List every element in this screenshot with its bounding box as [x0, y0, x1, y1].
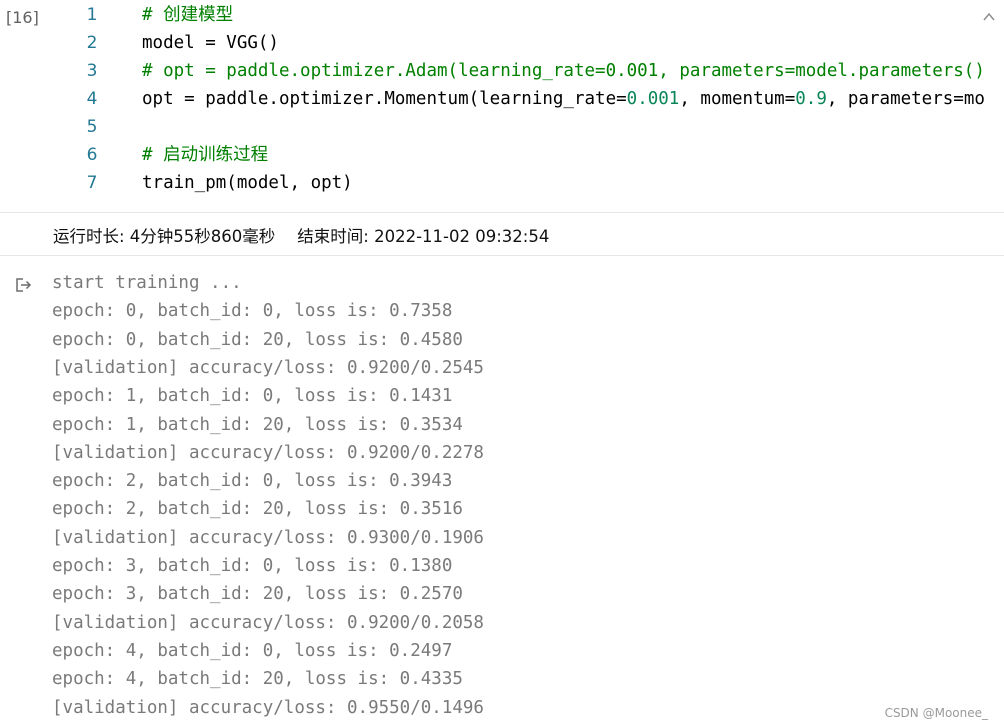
code-token: , parameters=model.parameters()) [826, 89, 984, 109]
line-number: 1 [86, 5, 98, 25]
output-line: [validation] accuracy/loss: 0.9200/0.227… [52, 442, 484, 463]
output-line: epoch: 3, batch_id: 20, loss is: 0.2570 [52, 584, 463, 605]
line-number: 6 [86, 145, 98, 165]
code-text: # 创建模型 [142, 1, 984, 29]
code-token: , momentum= [679, 89, 796, 109]
code-text: # 启动训练过程 [142, 141, 984, 169]
output-line: epoch: 2, batch_id: 0, loss is: 0.3943 [52, 471, 453, 492]
code-line[interactable]: 6 # 启动训练过程 [0, 141, 1004, 169]
output-line: epoch: 4, batch_id: 20, loss is: 0.4335 [52, 669, 463, 690]
code-token: opt = paddle.optimizer.Momentum(learning… [142, 89, 627, 109]
code-line[interactable]: 5 [0, 113, 1004, 141]
code-line[interactable]: 3 # opt = paddle.optimizer.Adam(learning_… [0, 57, 1004, 85]
code-text: train_pm(model, opt) [142, 169, 984, 197]
output-line: start training ... [52, 273, 242, 293]
output-line: epoch: 4, batch_id: 0, loss is: 0.2497 [52, 640, 453, 661]
end-time: 结束时间: 2022-11-02 09:32:54 [297, 227, 550, 246]
line-number: 4 [86, 89, 98, 109]
execution-meta-bar: 运行时长: 4分钟55秒860毫秒 结束时间: 2022-11-02 09:32:… [0, 213, 1004, 255]
code-comment: # opt = paddle.optimizer.Adam(learning_r… [142, 61, 984, 81]
notebook-cell: [16] 1 # 创建模型 2 model = VGG() 3 # opt = paddl… [0, 0, 1004, 728]
run-duration: 运行时长: 4分钟55秒860毫秒 [53, 227, 276, 246]
code-line[interactable]: 4 opt = paddle.optimizer.Momentum(learnin… [0, 85, 1004, 113]
line-number: 2 [86, 33, 98, 53]
execution-meta: 运行时长: 4分钟55秒860毫秒 结束时间: 2022-11-02 09:32:… [53, 223, 549, 247]
line-number: 5 [86, 117, 98, 137]
output-line: epoch: 1, batch_id: 20, loss is: 0.3534 [52, 414, 463, 435]
output-line: [validation] accuracy/loss: 0.9300/0.190… [52, 527, 484, 548]
output-line: epoch: 0, batch_id: 0, loss is: 0.7358 [52, 301, 453, 322]
code-comment: # 启动训练过程 [142, 145, 269, 165]
output-line: epoch: 3, batch_id: 0, loss is: 0.1380 [52, 556, 453, 576]
output-line: epoch: 1, batch_id: 0, loss is: 0.1431 [52, 386, 453, 407]
output-line: [validation] accuracy/loss: 0.9200/0.205… [52, 612, 484, 633]
code-number: 0.9 [795, 89, 827, 109]
code-line[interactable]: 7 train_pm(model, opt) [0, 169, 1004, 197]
output-line: [validation] accuracy/loss: 0.9550/0.149… [52, 697, 484, 718]
code-line[interactable]: 2 model = VGG() [0, 29, 1004, 57]
cell-output: start training ... epoch: 0, batch_id: 0,… [0, 256, 1004, 728]
code-editor[interactable]: [16] 1 # 创建模型 2 model = VGG() 3 # opt = paddl… [0, 0, 1004, 212]
output-line: epoch: 2, batch_id: 20, loss is: 0.3516 [52, 499, 463, 520]
code-comment: # 创建模型 [142, 5, 234, 25]
code-token: train_pm(model, opt) [142, 173, 353, 193]
code-text: # opt = paddle.optimizer.Adam(learning_r… [142, 57, 984, 85]
output-line: epoch: 0, batch_id: 20, loss is: 0.4580 [52, 329, 463, 350]
code-number: 0.001 [626, 89, 680, 109]
line-number: 7 [86, 173, 98, 193]
code-text: model = VGG() [142, 29, 984, 57]
code-line[interactable]: 1 # 创建模型 [0, 1, 1004, 29]
output-redirect-icon[interactable] [14, 276, 32, 294]
code-text: opt = paddle.optimizer.Momentum(learning… [142, 85, 984, 113]
line-number: 3 [86, 61, 98, 81]
output-line: [validation] accuracy/loss: 0.9200/0.254… [52, 357, 484, 378]
watermark: CSDN @Moonee_ [884, 706, 988, 720]
code-token: model = VGG() [142, 33, 279, 53]
